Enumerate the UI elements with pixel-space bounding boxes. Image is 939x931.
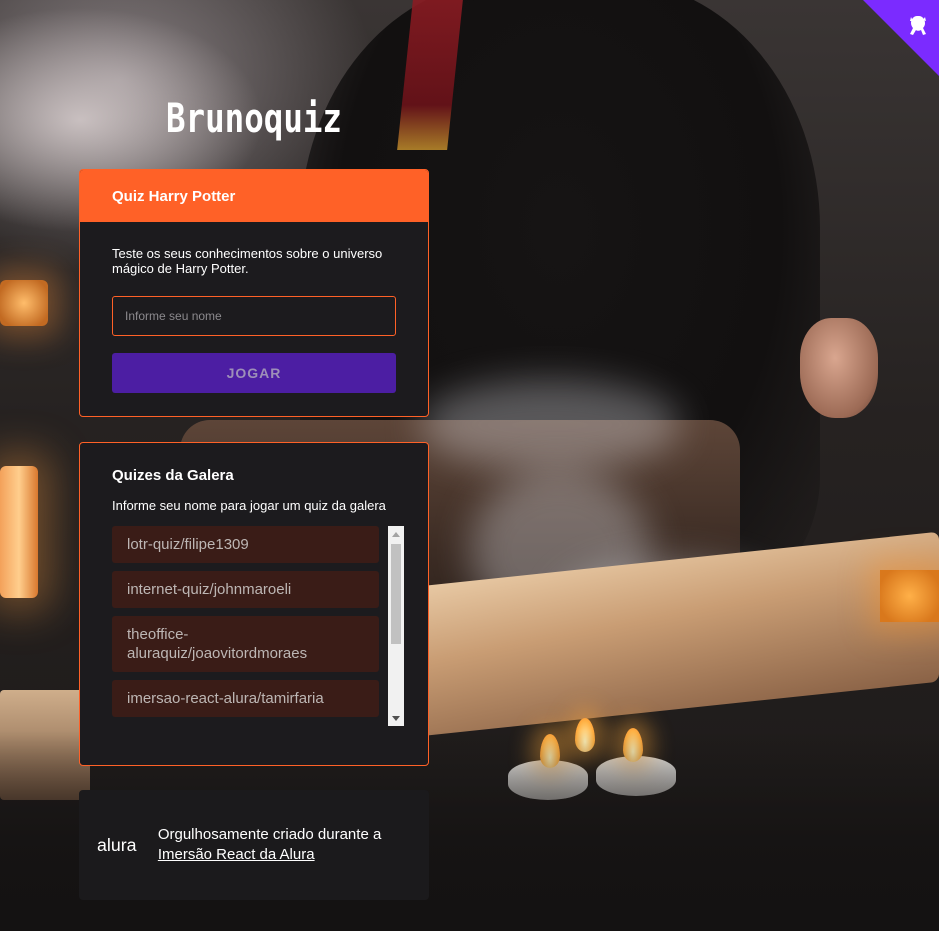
community-list: lotr-quiz/filipe1309 internet-quiz/johnm… bbox=[112, 526, 379, 726]
list-scrollbar[interactable] bbox=[388, 526, 404, 726]
list-item[interactable]: theoffice-aluraquiz/joaovitordmoraes bbox=[112, 616, 379, 672]
list-item[interactable]: internet-quiz/johnmaroeli bbox=[112, 571, 379, 608]
imersao-react-link[interactable]: Imersão React da Alura bbox=[158, 846, 315, 863]
community-list-container: lotr-quiz/filipe1309 internet-quiz/johnm… bbox=[112, 526, 404, 726]
footer-text: Orgulhosamente criado durante a Imersão … bbox=[158, 825, 411, 865]
footer-text-line: Orgulhosamente criado durante a bbox=[157, 826, 382, 843]
quiz-card-description: Teste os seus conhecimentos sobre o univ… bbox=[112, 246, 383, 276]
logo-text: Brunoquiz bbox=[166, 96, 342, 142]
name-input[interactable] bbox=[112, 296, 396, 336]
list-item[interactable]: imersao-react-alura/tamirfaria bbox=[112, 680, 379, 717]
community-subtitle: Informe seu nome para jogar um quiz da g… bbox=[112, 498, 386, 513]
quiz-card-header: Quiz Harry Potter bbox=[80, 170, 428, 222]
community-title: Quizes da Galera bbox=[112, 467, 234, 484]
alura-logo-text: alura bbox=[97, 835, 137, 855]
scroll-down-arrow-icon[interactable] bbox=[388, 710, 404, 726]
footer: alura Orgulhosamente criado durante a Im… bbox=[79, 790, 429, 900]
scrollbar-thumb[interactable] bbox=[391, 544, 401, 644]
play-button[interactable]: JOGAR bbox=[112, 353, 396, 393]
quiz-card-title: Quiz Harry Potter bbox=[112, 187, 236, 205]
scroll-up-arrow-icon[interactable] bbox=[388, 526, 404, 542]
list-item[interactable]: lotr-quiz/filipe1309 bbox=[112, 526, 379, 563]
github-corner-link[interactable] bbox=[863, 0, 939, 76]
community-quizzes-card: Quizes da Galera Informe seu nome para j… bbox=[79, 442, 429, 766]
brunoquiz-logo: Brunoquiz bbox=[166, 96, 342, 142]
alura-logo: alura bbox=[97, 835, 137, 855]
quiz-card: Quiz Harry Potter Teste os seus conhecim… bbox=[79, 169, 429, 417]
octocat-icon bbox=[863, 0, 939, 76]
play-button-label: JOGAR bbox=[226, 365, 282, 381]
